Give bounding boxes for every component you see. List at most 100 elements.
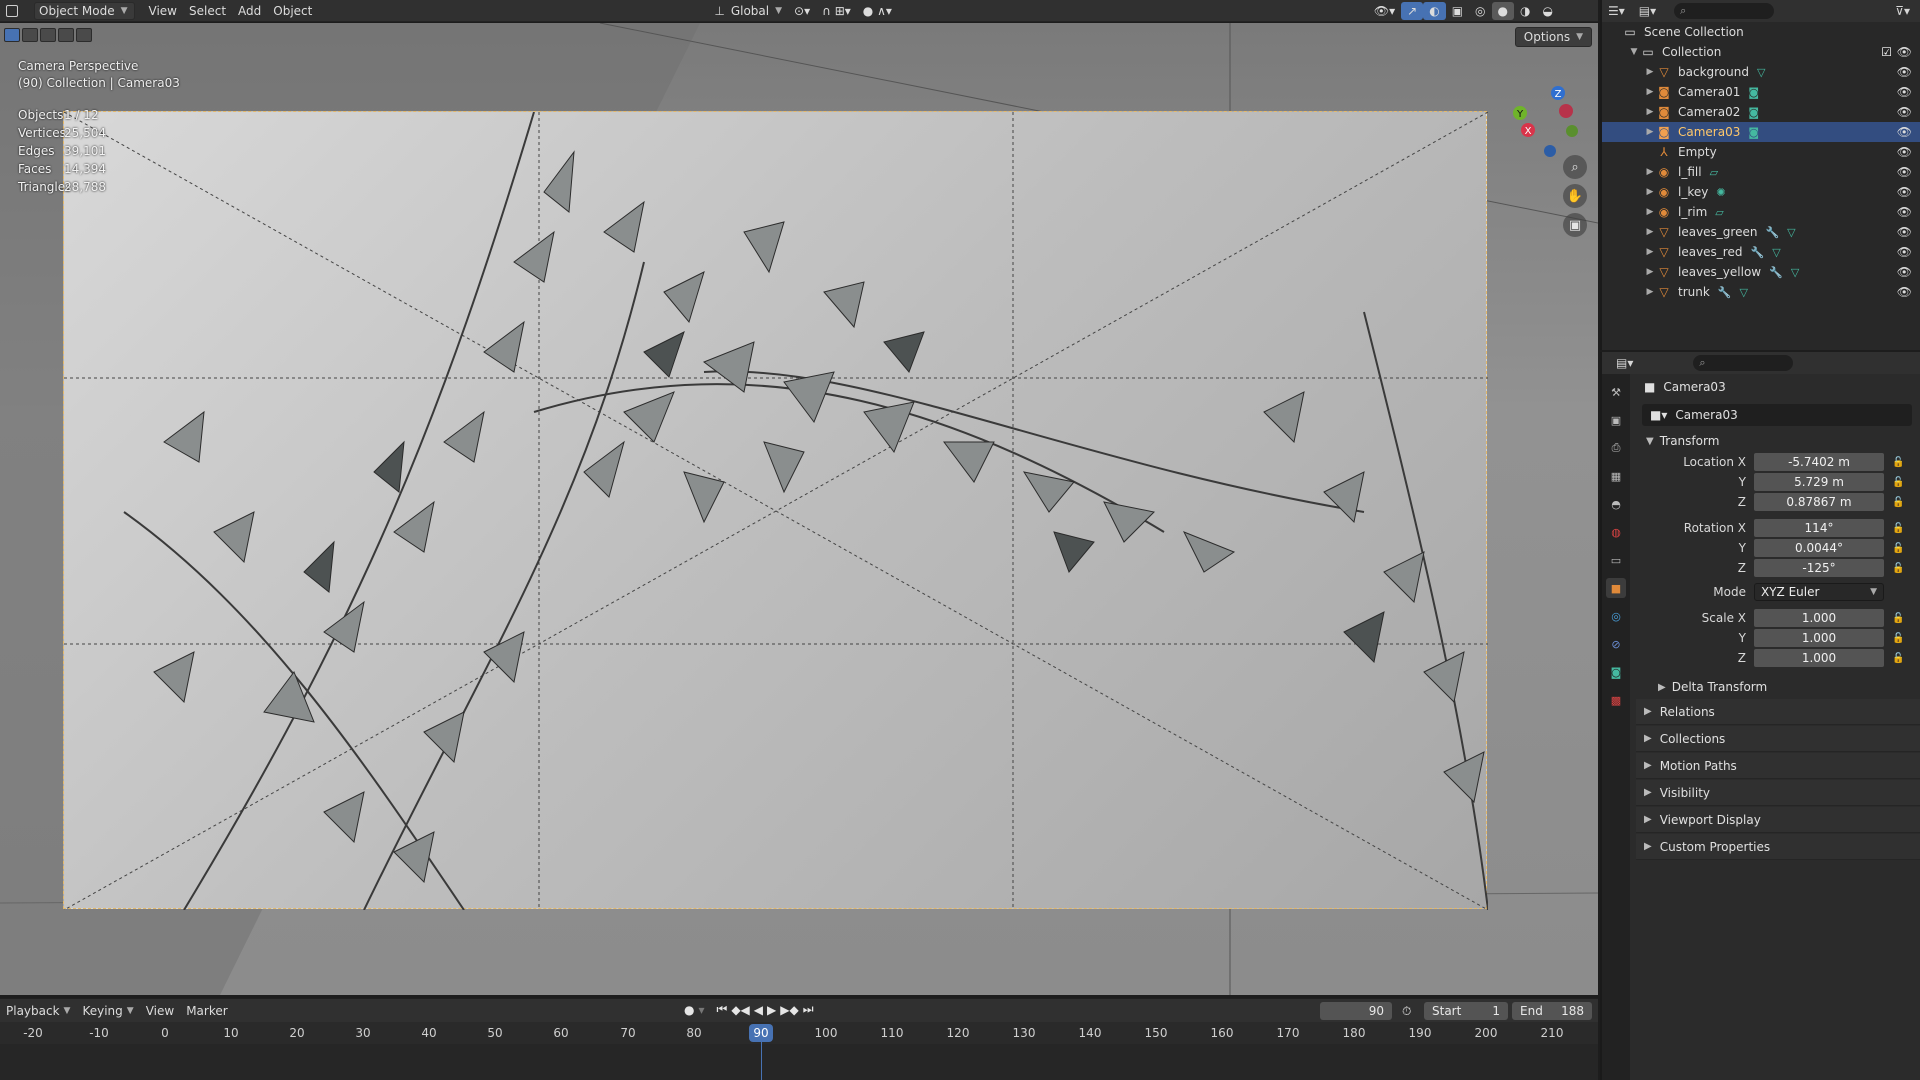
shading-material[interactable]: ◑ bbox=[1514, 2, 1536, 20]
rotation-x-field[interactable]: 114° bbox=[1754, 519, 1884, 537]
zoom-icon[interactable]: ⌕ bbox=[1563, 155, 1587, 179]
eye-icon[interactable]: 👁 bbox=[1897, 185, 1912, 199]
outliner-item-empty[interactable]: ⅄ Empty 👁 bbox=[1602, 142, 1920, 162]
neg-y-axis-ball[interactable] bbox=[1566, 125, 1578, 137]
outliner-item-leaves-yellow[interactable]: ▶ ▽ leaves_yellow 🔧 ▽ 👁 bbox=[1602, 262, 1920, 282]
playback-menu[interactable]: Playback ▼ bbox=[0, 1004, 76, 1018]
expand-arrow-icon[interactable]: ▶ bbox=[1644, 287, 1656, 297]
camera-data-tab-icon[interactable]: ◙ bbox=[1606, 662, 1626, 682]
collection-row[interactable]: ▼ ▭ Collection ☑ 👁 bbox=[1602, 42, 1920, 62]
location-x-field[interactable]: -5.7402 m bbox=[1754, 453, 1884, 471]
eye-icon[interactable]: 👁 bbox=[1897, 145, 1912, 159]
outliner-item-l-fill[interactable]: ▶ ◉ l_fill ▱ 👁 bbox=[1602, 162, 1920, 182]
editor-type-button[interactable] bbox=[0, 2, 30, 20]
properties-editor-icon[interactable]: ▤▾ bbox=[1616, 356, 1633, 370]
expand-arrow-icon[interactable]: ▶ bbox=[1644, 107, 1656, 117]
gizmo-toggle[interactable]: ↗ bbox=[1401, 1, 1424, 20]
select-intersect-button[interactable] bbox=[76, 28, 92, 42]
menu-add[interactable]: Add bbox=[232, 2, 267, 20]
snap-button[interactable]: ∩ ⊞▾ bbox=[816, 2, 857, 20]
outliner-item-l-key[interactable]: ▶ ◉ l_key ✺ 👁 bbox=[1602, 182, 1920, 202]
eye-icon[interactable]: 👁 bbox=[1897, 205, 1912, 219]
lock-icon[interactable]: 🔓 bbox=[1892, 543, 1904, 554]
options-dropdown[interactable]: Options ▼ bbox=[1514, 27, 1592, 47]
end-frame-field[interactable]: End 188 bbox=[1512, 1002, 1592, 1020]
rotation-mode-select[interactable]: XYZ Euler ▼ bbox=[1754, 583, 1884, 601]
timeline-area[interactable] bbox=[0, 1044, 1598, 1080]
current-frame-indicator[interactable]: 90 bbox=[749, 1024, 773, 1042]
shading-rendered[interactable]: ◒ bbox=[1536, 2, 1558, 20]
play-icon[interactable]: ▶ bbox=[767, 1003, 776, 1017]
view-layer-tab-icon[interactable]: ▦ bbox=[1606, 466, 1626, 486]
neg-z-axis-ball[interactable] bbox=[1544, 145, 1556, 157]
lock-icon[interactable]: 🔓 bbox=[1892, 457, 1904, 468]
start-frame-field[interactable]: Start 1 bbox=[1424, 1002, 1508, 1020]
navigation-gizmo[interactable]: Z Y X bbox=[1500, 83, 1580, 163]
select-invert-button[interactable] bbox=[58, 28, 74, 42]
object-tab-icon[interactable]: ■ bbox=[1606, 578, 1626, 598]
eye-icon[interactable]: 👁 bbox=[1897, 245, 1912, 259]
neg-x-axis-ball[interactable] bbox=[1559, 104, 1573, 118]
outliner-editor-icon[interactable]: ☰▾ bbox=[1608, 4, 1625, 18]
relations-panel-header[interactable]: ▶ Relations bbox=[1636, 699, 1920, 725]
constraints-tab-icon[interactable]: ⊘ bbox=[1606, 634, 1626, 654]
expand-arrow-icon[interactable]: ▶ bbox=[1644, 167, 1656, 177]
lock-icon[interactable]: 🔓 bbox=[1892, 477, 1904, 488]
marker-menu[interactable]: Marker bbox=[180, 1004, 233, 1018]
texture-tab-icon[interactable]: ▩ bbox=[1606, 690, 1626, 710]
record-icon[interactable]: ● bbox=[684, 1003, 694, 1017]
eye-icon[interactable]: 👁 bbox=[1897, 105, 1912, 119]
outliner-item-l-rim[interactable]: ▶ ◉ l_rim ▱ 👁 bbox=[1602, 202, 1920, 222]
select-new-button[interactable] bbox=[4, 28, 20, 42]
menu-select[interactable]: Select bbox=[183, 2, 232, 20]
keying-dropdown-icon[interactable]: ▾ bbox=[698, 1003, 704, 1017]
jump-start-icon[interactable]: ⏮ bbox=[717, 1002, 728, 1017]
render-tab-icon[interactable]: ▣ bbox=[1606, 410, 1626, 430]
outliner-item-trunk[interactable]: ▶ ▽ trunk 🔧 ▽ 👁 bbox=[1602, 282, 1920, 302]
next-keyframe-icon[interactable]: ▶◆ bbox=[780, 1003, 798, 1017]
outliner-item-camera03[interactable]: ▶ ◙ Camera03 ◙ 👁 bbox=[1602, 122, 1920, 142]
prev-keyframe-icon[interactable]: ◆◀ bbox=[731, 1003, 749, 1017]
lock-icon[interactable]: 🔓 bbox=[1892, 613, 1904, 624]
transform-panel-header[interactable]: ▼ Transform bbox=[1636, 430, 1920, 452]
eye-icon[interactable]: 👁 bbox=[1897, 125, 1912, 139]
mode-dropdown[interactable]: Object Mode ▼ bbox=[34, 1, 135, 20]
pivot-button[interactable]: ⊙▾ bbox=[788, 2, 816, 20]
outliner-item-camera01[interactable]: ▶ ◙ Camera01 ◙ 👁 bbox=[1602, 82, 1920, 102]
eye-icon[interactable]: 👁 bbox=[1897, 265, 1912, 279]
visibility-panel-header[interactable]: ▶ Visibility bbox=[1636, 780, 1920, 806]
lock-icon[interactable]: 🔓 bbox=[1892, 653, 1904, 664]
expand-arrow-icon[interactable]: ▶ bbox=[1644, 187, 1656, 197]
lock-icon[interactable]: 🔓 bbox=[1892, 633, 1904, 644]
tool-tab-icon[interactable]: ⚒ bbox=[1606, 382, 1626, 402]
menu-object[interactable]: Object bbox=[267, 2, 318, 20]
shading-solid[interactable]: ● bbox=[1491, 1, 1514, 20]
select-extend-button[interactable] bbox=[22, 28, 38, 42]
collapse-arrow-icon[interactable]: ▼ bbox=[1628, 47, 1640, 57]
scale-z-field[interactable]: 1.000 bbox=[1754, 649, 1884, 667]
delta-transform-header[interactable]: ▶ Delta Transform bbox=[1636, 676, 1920, 698]
3d-viewport[interactable]: Options ▼ Camera Perspective (90) Collec… bbox=[0, 23, 1598, 995]
location-y-field[interactable]: 5.729 m bbox=[1754, 473, 1884, 491]
proportional-edit-button[interactable]: ● ∧▾ bbox=[857, 2, 898, 20]
view-menu[interactable]: View bbox=[140, 1004, 180, 1018]
expand-arrow-icon[interactable]: ▶ bbox=[1644, 207, 1656, 217]
scale-y-field[interactable]: 1.000 bbox=[1754, 629, 1884, 647]
menu-view[interactable]: View bbox=[143, 2, 183, 20]
eye-icon[interactable]: 👁 bbox=[1897, 85, 1912, 99]
physics-tab-icon[interactable]: ◎ bbox=[1606, 606, 1626, 626]
expand-arrow-icon[interactable]: ▶ bbox=[1644, 247, 1656, 257]
scene-collection-row[interactable]: ▭ Scene Collection bbox=[1602, 22, 1920, 42]
expand-arrow-icon[interactable]: ▶ bbox=[1644, 227, 1656, 237]
scale-x-field[interactable]: 1.000 bbox=[1754, 609, 1884, 627]
properties-search-input[interactable]: ⌕ bbox=[1693, 355, 1794, 371]
display-mode-icon[interactable]: ▤▾ bbox=[1639, 4, 1656, 18]
overlays-toggle[interactable]: ◐ bbox=[1423, 1, 1446, 20]
filter-icon[interactable]: ⊽▾ bbox=[1895, 4, 1910, 18]
pan-hand-icon[interactable]: ✋ bbox=[1563, 184, 1587, 208]
outliner-item-background[interactable]: ▶ ▽ background ▽ 👁 bbox=[1602, 62, 1920, 82]
collections-panel-header[interactable]: ▶ Collections bbox=[1636, 726, 1920, 752]
outliner-search-input[interactable]: ⌕ bbox=[1674, 3, 1775, 19]
outliner-item-leaves-red[interactable]: ▶ ▽ leaves_red 🔧 ▽ 👁 bbox=[1602, 242, 1920, 262]
jump-end-icon[interactable]: ⏭ bbox=[803, 1002, 814, 1017]
